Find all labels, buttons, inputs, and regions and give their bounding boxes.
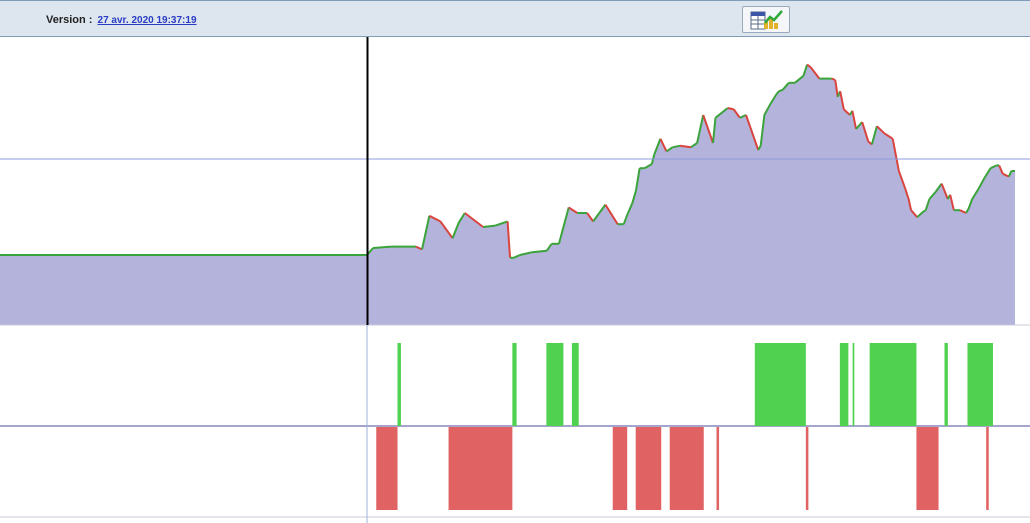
price-area-fill [0, 64, 1015, 325]
sell-signal-bar [635, 427, 662, 510]
buy-signal-bar [967, 343, 993, 426]
price-line-segment [373, 245, 392, 249]
table-chart-icon [750, 10, 783, 30]
chart-area [0, 37, 1030, 523]
buy-signal-bar [839, 343, 849, 426]
buy-signal-bar [571, 343, 579, 426]
version-info: Version : 27 avr. 2020 19:37:19 [46, 14, 197, 26]
price-line-segment [778, 88, 784, 93]
buy-signal-bar [944, 343, 948, 426]
buy-signal-bar [397, 343, 401, 426]
price-line-segment [483, 224, 496, 228]
sell-signal-bar [716, 427, 720, 510]
header-bar: Version : 27 avr. 2020 19:37:19 [0, 0, 1030, 37]
sell-signal-bar [376, 427, 398, 510]
price-line-segment [672, 144, 681, 149]
version-date-link[interactable]: 27 avr. 2020 19:37:19 [98, 15, 197, 26]
chart-view-button[interactable] [742, 6, 790, 33]
sell-signal-bar [986, 427, 989, 510]
buy-signal-bar [546, 343, 564, 426]
price-line-segment [727, 107, 735, 111]
price-line-segment [831, 77, 836, 81]
buy-signal-bar [869, 343, 917, 426]
buy-signal-bar [512, 343, 517, 426]
buy-signal-bar [754, 343, 806, 426]
sell-signal-bar [612, 427, 628, 510]
version-label: Version : [46, 14, 93, 26]
price-line-segment [679, 144, 692, 149]
price-line-segment [922, 209, 927, 213]
price-line-segment [531, 249, 547, 254]
sell-signal-bar [669, 427, 704, 510]
buy-signal-bar [852, 343, 855, 426]
sell-signal-bar [805, 427, 809, 510]
sell-signal-bar [916, 427, 939, 510]
sell-signal-bar [448, 427, 513, 510]
